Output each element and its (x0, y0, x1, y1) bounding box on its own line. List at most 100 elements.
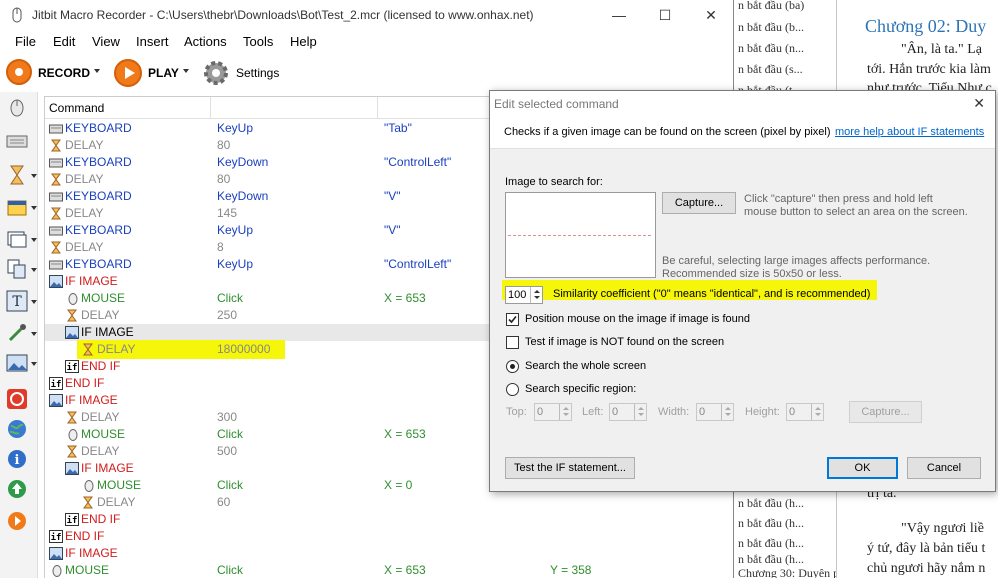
record-dropdown-icon[interactable] (94, 69, 100, 73)
image-icon (65, 326, 79, 339)
description-band: Checks if a given image can be found on … (490, 117, 995, 149)
image-preview (505, 192, 656, 278)
chapter-list-item[interactable]: n bắt đầu (h... (738, 516, 804, 531)
chevron-down-icon[interactable] (31, 174, 37, 178)
doc-line: "Ân, là ta." Lạ (901, 42, 983, 57)
action-cell: KeyUp (217, 223, 254, 237)
ok-button[interactable]: OK (827, 457, 898, 479)
table-row[interactable]: if END IF (45, 528, 733, 545)
keyboard-icon (49, 192, 63, 202)
toolbar: RECORD PLAY Settings (0, 54, 733, 92)
table-row[interactable]: IF IMAGE (45, 545, 733, 562)
menu-view[interactable]: View (92, 34, 120, 49)
image-icon (49, 275, 63, 288)
menu-edit[interactable]: Edit (53, 34, 75, 49)
command-cell: DELAY (65, 206, 104, 220)
command-cell: MOUSE (97, 478, 142, 492)
text-icon[interactable]: T (6, 290, 28, 312)
search-region-radio[interactable] (506, 383, 519, 396)
similarity-stepper[interactable]: 100 (505, 286, 543, 304)
chapter-list-item[interactable]: n bắt đầu (h... (738, 536, 804, 551)
chapter-list-item[interactable]: n bắt đầu (ba) (738, 0, 804, 13)
edit-command-dialog: Edit selected command ✕ Checks if a give… (489, 90, 996, 492)
chevron-down-icon[interactable] (31, 332, 37, 336)
chevron-down-icon[interactable] (31, 300, 37, 304)
keyboard-icon[interactable] (6, 130, 28, 152)
dialog-body: Checks if a given image can be found on … (490, 117, 995, 491)
region-width-stepper[interactable]: 0 (696, 403, 734, 421)
image-icon (65, 462, 79, 475)
region-height-stepper[interactable]: 0 (786, 403, 824, 421)
delay-hourglass-icon[interactable] (6, 164, 28, 186)
mouse-icon[interactable] (6, 96, 28, 118)
globe-icon[interactable] (6, 418, 28, 440)
region-top-stepper[interactable]: 0 (534, 403, 572, 421)
command-cell: END IF (65, 529, 105, 543)
test-if-button[interactable]: Test the IF statement... (505, 457, 635, 479)
region-capture-button[interactable]: Capture... (849, 401, 922, 423)
command-cell: DELAY (97, 495, 136, 509)
window-activate-icon[interactable] (6, 228, 28, 250)
chapter-list-item[interactable]: n bắt đầu (s... (738, 62, 803, 77)
capture-button[interactable]: Capture... (662, 192, 736, 214)
stop-icon[interactable] (6, 388, 28, 410)
not-found-checkbox[interactable] (506, 336, 519, 349)
hourglass-icon (83, 343, 93, 356)
column-header-command[interactable]: Command (49, 101, 104, 115)
region-left-stepper[interactable]: 0 (609, 403, 647, 421)
chapter-list-item[interactable]: n bắt đầu (n... (738, 41, 804, 56)
command-cell: KEYBOARD (65, 223, 132, 237)
table-row[interactable]: DELAY 60 (45, 494, 733, 511)
value-cell: "ControlLeft" (384, 257, 452, 271)
command-cell: DELAY (97, 342, 136, 356)
dialog-close-button[interactable]: ✕ (973, 95, 985, 112)
app-icon (12, 7, 22, 23)
chevron-down-icon[interactable] (31, 238, 37, 242)
help-link[interactable]: more help about IF statements (835, 126, 984, 138)
chapter-list-item[interactable]: n bắt đầu (h... (738, 552, 804, 567)
position-mouse-checkbox[interactable] (506, 313, 519, 326)
info-icon[interactable]: i (6, 448, 28, 470)
copy-icon[interactable] (6, 258, 28, 280)
window-icon[interactable] (6, 196, 28, 218)
command-cell: END IF (65, 376, 105, 390)
chevron-down-icon[interactable] (31, 206, 37, 210)
hourglass-icon (67, 445, 77, 458)
eyedropper-icon[interactable] (6, 322, 28, 344)
chevron-down-icon[interactable] (31, 268, 37, 272)
menu-help[interactable]: Help (290, 34, 317, 49)
maximize-button[interactable]: ☐ (642, 0, 688, 30)
command-cell: IF IMAGE (81, 325, 134, 339)
play-small-icon[interactable] (6, 510, 28, 532)
chapter-list-item[interactable]: n bắt đầu (h... (738, 496, 804, 511)
table-row[interactable]: MOUSE Click X = 653 Y = 358 (45, 562, 733, 578)
title-bar[interactable]: Jitbit Macro Recorder - C:\Users\thebr\D… (0, 0, 733, 30)
command-cell: DELAY (81, 444, 120, 458)
hourglass-icon (67, 309, 77, 322)
action-cell: 60 (217, 495, 231, 509)
svg-text:i: i (15, 453, 20, 468)
hourglass-icon (51, 241, 61, 254)
menu-actions[interactable]: Actions (184, 34, 227, 49)
action-cell: KeyUp (217, 257, 254, 271)
cancel-button[interactable]: Cancel (907, 457, 981, 479)
action-cell: 250 (217, 308, 238, 322)
command-cell: MOUSE (81, 427, 126, 441)
search-whole-radio[interactable] (506, 360, 519, 373)
image-icon[interactable] (6, 352, 28, 374)
chevron-down-icon[interactable] (31, 362, 37, 366)
chapter-list-item[interactable]: n bắt đầu (b... (738, 20, 804, 35)
region-width-label: Width: (658, 406, 690, 418)
arrow-up-icon[interactable] (6, 478, 28, 500)
doc-line: tới. Hắn trước kia làm (867, 62, 991, 77)
menu-insert[interactable]: Insert (136, 34, 169, 49)
close-button[interactable]: ✕ (688, 0, 733, 30)
size-warning: Be careful, selecting large images affec… (662, 255, 931, 267)
menu-tools[interactable]: Tools (243, 34, 273, 49)
action-cell: 18000000 (217, 342, 271, 356)
table-row[interactable]: if END IF (45, 511, 733, 528)
menu-file[interactable]: File (15, 34, 36, 49)
minimize-button[interactable]: — (596, 0, 642, 30)
play-dropdown-icon[interactable] (183, 69, 189, 73)
value-cell: X = 0 (384, 478, 413, 492)
